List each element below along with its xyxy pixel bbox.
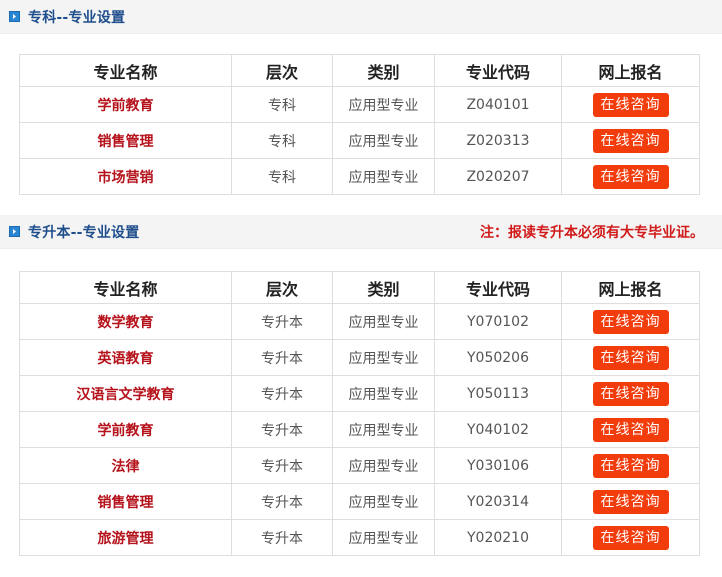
level-cell: 专科: [231, 158, 333, 195]
table-row: 英语教育 专升本 应用型专业 Y050206 在线咨询: [19, 339, 700, 376]
category-cell: 应用型专业: [332, 447, 435, 484]
apply-cell: 在线咨询: [561, 447, 700, 484]
apply-cell: 在线咨询: [561, 483, 700, 520]
category-cell: 应用型专业: [332, 339, 435, 376]
apply-cell: 在线咨询: [561, 122, 700, 159]
online-consult-button[interactable]: 在线咨询: [592, 417, 669, 442]
major-name-cell: 旅游管理: [19, 519, 232, 556]
online-consult-button[interactable]: 在线咨询: [592, 489, 669, 514]
table-row: 学前教育 专升本 应用型专业 Y040102 在线咨询: [19, 411, 700, 448]
online-consult-button[interactable]: 在线咨询: [592, 381, 669, 406]
online-consult-button[interactable]: 在线咨询: [592, 128, 669, 153]
online-consult-button[interactable]: 在线咨询: [592, 525, 669, 550]
header-level: 层次: [231, 54, 333, 87]
code-cell: Y020314: [434, 483, 562, 520]
apply-cell: 在线咨询: [561, 375, 700, 412]
apply-cell: 在线咨询: [561, 339, 700, 376]
major-name-cell: 学前教育: [19, 86, 232, 123]
section-title: 专升本--专业设置: [28, 224, 140, 241]
header-category: 类别: [332, 271, 435, 304]
table-row: 学前教育 专科 应用型专业 Z040101 在线咨询: [19, 86, 700, 123]
header-category: 类别: [332, 54, 435, 87]
code-cell: Z040101: [434, 86, 562, 123]
major-name-cell: 市场营销: [19, 158, 232, 195]
apply-cell: 在线咨询: [561, 86, 700, 123]
code-cell: Y050113: [434, 375, 562, 412]
table-row: 市场营销 专科 应用型专业 Z020207 在线咨询: [19, 158, 700, 195]
major-name-cell: 英语教育: [19, 339, 232, 376]
table-row: 汉语言文学教育 专升本 应用型专业 Y050113 在线咨询: [19, 375, 700, 412]
header-level: 层次: [231, 271, 333, 304]
header-code: 专业代码: [434, 271, 562, 304]
level-cell: 专升本: [231, 303, 333, 340]
table-row: 销售管理 专升本 应用型专业 Y020314 在线咨询: [19, 483, 700, 520]
header-apply: 网上报名: [561, 54, 700, 87]
category-cell: 应用型专业: [332, 375, 435, 412]
code-cell: Y020210: [434, 519, 562, 556]
code-cell: Y050206: [434, 339, 562, 376]
online-consult-button[interactable]: 在线咨询: [592, 92, 669, 117]
level-cell: 专升本: [231, 519, 333, 556]
level-cell: 专科: [231, 122, 333, 159]
category-cell: 应用型专业: [332, 86, 435, 123]
level-cell: 专升本: [231, 411, 333, 448]
major-name-cell: 销售管理: [19, 483, 232, 520]
header-major-name: 专业名称: [19, 271, 232, 304]
major-name-cell: 学前教育: [19, 411, 232, 448]
code-cell: Z020207: [434, 158, 562, 195]
header-major-name: 专业名称: [19, 54, 232, 87]
table-row: 法律 专升本 应用型专业 Y030106 在线咨询: [19, 447, 700, 484]
major-name-cell: 销售管理: [19, 122, 232, 159]
category-cell: 应用型专业: [332, 411, 435, 448]
category-cell: 应用型专业: [332, 483, 435, 520]
apply-cell: 在线咨询: [561, 519, 700, 556]
code-cell: Y040102: [434, 411, 562, 448]
online-consult-button[interactable]: 在线咨询: [592, 164, 669, 189]
category-cell: 应用型专业: [332, 122, 435, 159]
header-code: 专业代码: [434, 54, 562, 87]
online-consult-button[interactable]: 在线咨询: [592, 453, 669, 478]
major-name-cell: 数学教育: [19, 303, 232, 340]
apply-cell: 在线咨询: [561, 158, 700, 195]
table-header-row: 专业名称 层次 类别 专业代码 网上报名: [19, 271, 700, 304]
code-cell: Y070102: [434, 303, 562, 340]
major-name-cell: 法律: [19, 447, 232, 484]
level-cell: 专科: [231, 86, 333, 123]
arrow-right-icon: [9, 11, 20, 22]
major-name-cell: 汉语言文学教育: [19, 375, 232, 412]
table-row: 旅游管理 专升本 应用型专业 Y020210 在线咨询: [19, 519, 700, 556]
level-cell: 专升本: [231, 339, 333, 376]
header-apply: 网上报名: [561, 271, 700, 304]
code-cell: Z020313: [434, 122, 562, 159]
table-row: 销售管理 专科 应用型专业 Z020313 在线咨询: [19, 122, 700, 159]
arrow-right-icon: [9, 226, 20, 237]
table-header-row: 专业名称 层次 类别 专业代码 网上报名: [19, 54, 700, 87]
level-cell: 专升本: [231, 375, 333, 412]
category-cell: 应用型专业: [332, 303, 435, 340]
apply-cell: 在线咨询: [561, 411, 700, 448]
requirement-note: 注：报读专升本必须有大专毕业证。: [480, 224, 704, 241]
category-cell: 应用型专业: [332, 158, 435, 195]
table-row: 数学教育 专升本 应用型专业 Y070102 在线咨询: [19, 303, 700, 340]
online-consult-button[interactable]: 在线咨询: [592, 309, 669, 334]
majors-table-zhuanshengben: 专业名称 层次 类别 专业代码 网上报名 数学教育 专升本 应用型专业 Y070102…: [19, 271, 700, 556]
section-header-zhuanshengben: 专升本--专业设置 注：报读专升本必须有大专毕业证。: [0, 215, 722, 249]
level-cell: 专升本: [231, 483, 333, 520]
apply-cell: 在线咨询: [561, 303, 700, 340]
code-cell: Y030106: [434, 447, 562, 484]
category-cell: 应用型专业: [332, 519, 435, 556]
section-header-zhuanke: 专科--专业设置: [0, 0, 722, 34]
majors-table-zhuanke: 专业名称 层次 类别 专业代码 网上报名 学前教育 专科 应用型专业 Z040101 在…: [19, 54, 700, 195]
online-consult-button[interactable]: 在线咨询: [592, 345, 669, 370]
section-title: 专科--专业设置: [28, 9, 126, 26]
level-cell: 专升本: [231, 447, 333, 484]
